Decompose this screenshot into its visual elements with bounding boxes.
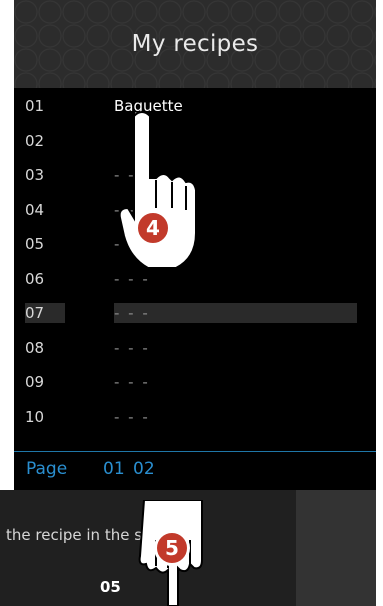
slot-number: 08	[25, 338, 45, 357]
list-item[interactable]: 10 - - -	[14, 399, 376, 434]
list-item[interactable]: 08 - - -	[14, 330, 376, 365]
slot-number: 07	[25, 303, 65, 323]
recipe-name: - - -	[114, 407, 150, 426]
page-button-01[interactable]: 01	[103, 459, 125, 479]
page-button-02[interactable]: 02	[133, 459, 155, 479]
header-bar: My recipes	[14, 0, 376, 88]
hand-pointer-icon	[118, 111, 197, 269]
pagination-bar: Page 01 02	[14, 452, 376, 490]
slot-number: 05	[25, 235, 45, 253]
slot-number: 02	[25, 131, 45, 150]
list-item[interactable]: 09 - - -	[14, 364, 376, 399]
slot-number: 06	[25, 269, 45, 288]
step-5-badge: 5	[154, 530, 190, 566]
slot-number: 10	[25, 407, 45, 426]
slot-number: 01	[25, 97, 45, 115]
slot-number: 09	[25, 373, 45, 391]
page-title: My recipes	[131, 31, 259, 57]
step-4-badge: 4	[135, 210, 171, 246]
recipe-name: - - -	[114, 373, 150, 391]
slot-number: 04	[25, 200, 45, 219]
recipe-name: - - -	[114, 338, 150, 357]
position-value[interactable]: 05	[100, 578, 140, 596]
list-item-selected[interactable]: 07 - - -	[14, 295, 376, 330]
page-label: Page	[26, 459, 68, 479]
slot-number: 03	[25, 166, 45, 184]
recipe-name: - - -	[114, 303, 357, 323]
